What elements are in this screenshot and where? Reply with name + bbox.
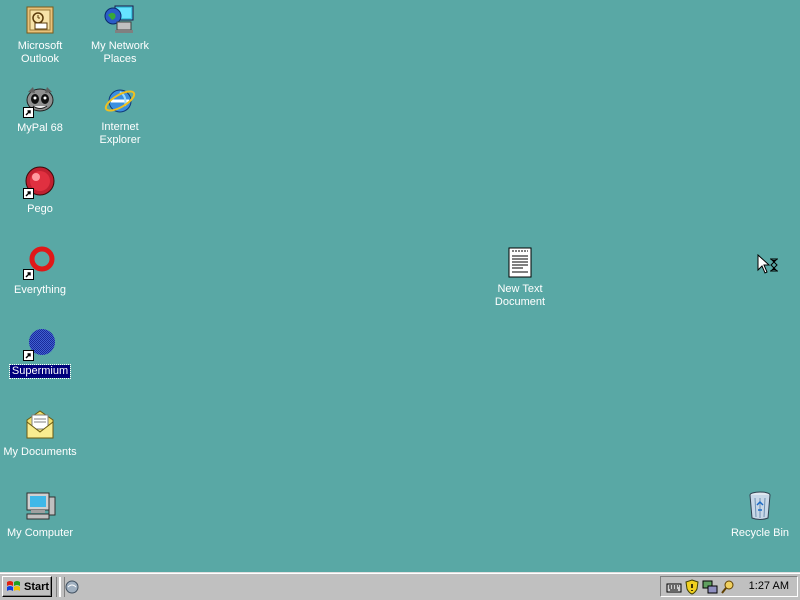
outlook-icon bbox=[23, 3, 57, 37]
network-tray-icon[interactable] bbox=[702, 579, 718, 595]
desktop-icon-mypal-68[interactable]: MyPal 68 bbox=[1, 84, 79, 136]
desktop-icon-my-network-places[interactable]: My Network Places bbox=[81, 3, 159, 67]
quicklaunch-show-desktop-icon[interactable] bbox=[64, 579, 80, 595]
desktop-icon-recycle-bin[interactable]: Recycle Bin bbox=[721, 489, 799, 541]
supermium-icon bbox=[23, 327, 57, 361]
icon-label: Microsoft Outlook bbox=[17, 40, 63, 65]
network-places-icon bbox=[103, 3, 137, 37]
icon-label: Everything bbox=[14, 284, 66, 296]
pego-icon bbox=[23, 165, 57, 199]
icon-label: My Documents bbox=[3, 446, 77, 458]
everything-icon bbox=[23, 246, 57, 280]
shortcut-arrow-icon bbox=[23, 269, 34, 280]
icon-label: Supermium bbox=[8, 364, 72, 379]
icon-label: My Network Places bbox=[90, 40, 150, 65]
desktop-icon-my-computer[interactable]: My Computer bbox=[1, 489, 79, 541]
system-tray: 1:27 AM bbox=[660, 576, 798, 597]
desktop-icon-everything[interactable]: Everything bbox=[1, 246, 79, 298]
recycle-bin-icon bbox=[743, 489, 777, 523]
icon-label: Recycle Bin bbox=[730, 527, 790, 539]
shortcut-arrow-icon bbox=[23, 350, 34, 361]
my-documents-icon bbox=[23, 408, 57, 442]
start-button[interactable]: Start bbox=[2, 576, 52, 597]
desktop-icon-supermium[interactable]: Supermium bbox=[1, 327, 79, 379]
desktop-icon-microsoft-outlook[interactable]: Microsoft Outlook bbox=[1, 3, 79, 67]
desktop[interactable]: Microsoft Outlook My Network Places MyPa… bbox=[0, 0, 800, 572]
busy-cursor-icon bbox=[757, 253, 781, 276]
security-shield-tray-icon[interactable] bbox=[684, 579, 700, 595]
icon-label: My Computer bbox=[6, 527, 74, 539]
mypal-icon bbox=[23, 84, 57, 118]
taskbar-clock[interactable]: 1:27 AM bbox=[749, 580, 789, 592]
key-search-tray-icon[interactable] bbox=[720, 579, 736, 595]
shortcut-arrow-icon bbox=[23, 188, 34, 199]
text-document-icon bbox=[503, 246, 537, 280]
keyboard-tray-icon[interactable] bbox=[666, 579, 682, 595]
taskbar: Start 1:27 AM bbox=[0, 572, 800, 600]
icon-label: New Text Document bbox=[494, 283, 546, 308]
icon-label: MyPal 68 bbox=[17, 122, 63, 134]
shortcut-arrow-icon bbox=[23, 107, 34, 118]
desktop-icon-my-documents[interactable]: My Documents bbox=[1, 408, 79, 460]
desktop-icon-internet-explorer[interactable]: Internet Explorer bbox=[81, 84, 159, 148]
my-computer-icon bbox=[23, 489, 57, 523]
windows-logo-icon bbox=[7, 580, 20, 591]
desktop-icon-new-text-document[interactable]: New Text Document bbox=[481, 246, 559, 310]
internet-explorer-icon bbox=[103, 84, 137, 118]
desktop-icon-pego[interactable]: Pego bbox=[1, 165, 79, 217]
icon-label: Pego bbox=[27, 203, 53, 215]
start-label: Start bbox=[24, 580, 50, 593]
icon-label: Internet Explorer bbox=[99, 121, 141, 146]
